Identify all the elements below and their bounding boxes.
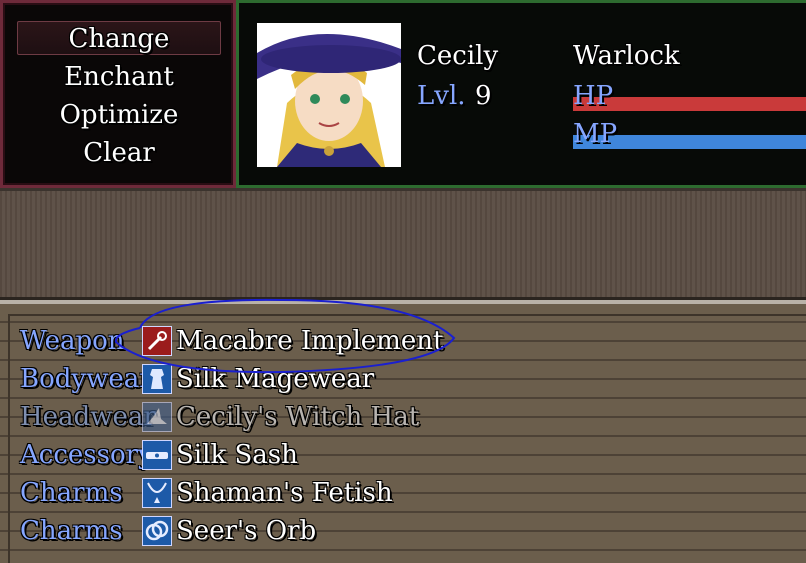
mp-label: MP xyxy=(573,119,618,149)
item-name: Shaman's Fetish xyxy=(176,478,393,508)
hp-label: HP xyxy=(573,81,614,111)
equip-slot-charm-2[interactable]: Charms Seer's Orb xyxy=(20,512,800,550)
command-change[interactable]: Change xyxy=(17,21,221,55)
orb-ring-icon xyxy=(142,516,172,546)
slot-label: Charms xyxy=(20,516,123,546)
help-window xyxy=(0,188,806,300)
level-label: Lvl. xyxy=(417,81,466,111)
slot-label: Headwear xyxy=(20,402,156,432)
status-window: Cecily Lvl. 9 Warlock HP MP xyxy=(236,0,806,188)
item-name: Silk Sash xyxy=(176,440,298,470)
equip-slot-headwear[interactable]: Headwear Cecily's Witch Hat xyxy=(20,398,800,436)
command-enchant[interactable]: Enchant xyxy=(17,60,221,94)
slot-label: Charms xyxy=(20,478,123,508)
necklace-icon xyxy=(142,478,172,508)
annotation-circle xyxy=(114,298,456,374)
character-class: Warlock xyxy=(573,41,680,71)
character-portrait xyxy=(257,23,401,167)
item-name: Cecily's Witch Hat xyxy=(176,402,420,432)
command-optimize[interactable]: Optimize xyxy=(17,98,221,132)
equip-slot-charm-1[interactable]: Charms Shaman's Fetish xyxy=(20,474,800,512)
sash-icon xyxy=(142,440,172,470)
equip-slot-accessory[interactable]: Accessory Silk Sash xyxy=(20,436,800,474)
level-value: 9 xyxy=(475,81,492,111)
command-window: Change Enchant Optimize Clear xyxy=(0,0,236,188)
item-name: Seer's Orb xyxy=(176,516,317,546)
character-name: Cecily xyxy=(417,41,499,71)
slot-label: Accessory xyxy=(20,440,153,470)
command-clear[interactable]: Clear xyxy=(17,136,221,170)
slot-label: Weapon xyxy=(20,326,125,356)
witch-hat-icon xyxy=(142,402,172,432)
